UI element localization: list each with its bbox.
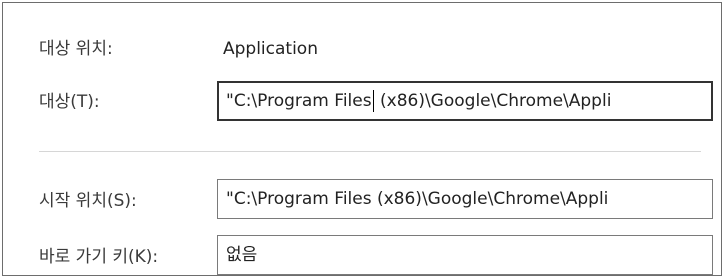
target-field-text: "C:\Program Files (x86)\Google\Chrome\Ap…	[226, 90, 611, 112]
text-caret	[372, 90, 374, 112]
start-in-label: 시작 위치(S):	[39, 191, 137, 211]
shortcut-key-label: 바로 가기 키(K):	[39, 247, 159, 267]
shortcut-key-field-text: 없음	[226, 245, 258, 265]
target-type-label: 대상 위치:	[39, 39, 113, 59]
target-text-before-caret: "C:\Program Files	[226, 91, 372, 111]
target-field[interactable]: "C:\Program Files (x86)\Google\Chrome\Ap…	[217, 81, 713, 121]
start-in-field-text: "C:\Program Files (x86)\Google\Chrome\Ap…	[226, 189, 609, 209]
shortcut-key-field[interactable]: 없음	[217, 235, 713, 275]
shortcut-properties-panel: 대상 위치: Application 대상(T): "C:\Program Fi…	[2, 2, 722, 276]
start-in-field[interactable]: "C:\Program Files (x86)\Google\Chrome\Ap…	[217, 179, 713, 219]
target-text-after-caret: (x86)\Google\Chrome\Appli	[374, 91, 612, 111]
target-label: 대상(T):	[39, 92, 100, 112]
target-type-value: Application	[223, 39, 318, 59]
section-divider	[39, 151, 701, 152]
